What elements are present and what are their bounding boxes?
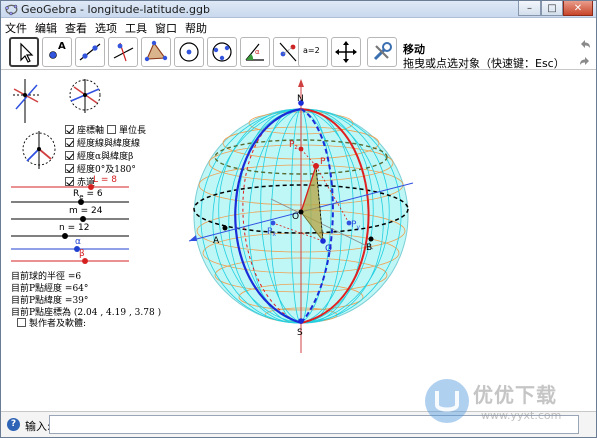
menu-help[interactable]: 帮助 <box>181 19 211 35</box>
circle-tool-icon <box>179 42 199 62</box>
perpendicular-tool-icon <box>113 42 134 62</box>
label-b: B <box>366 243 372 253</box>
slider-beta[interactable] <box>1 257 181 267</box>
watermark-logo-icon <box>425 379 469 423</box>
maximize-button[interactable]: □ <box>541 1 563 16</box>
polygon-tool-icon <box>144 40 168 62</box>
checkbox-row-gridlines: 經度線與緯度線 <box>65 136 141 149</box>
geogebra-logo-icon <box>5 4 18 16</box>
title-bar: GeoGebra - longitude-latitude.ggb – □ ✕ <box>1 1 596 18</box>
angle-tool-button[interactable]: α <box>240 37 270 67</box>
point-px[interactable] <box>270 220 276 226</box>
alpha-beta-checkbox-label: 經度α與緯度β <box>77 151 134 162</box>
unit-length-checkbox-label: 單位長 <box>119 125 147 136</box>
point-p[interactable] <box>313 163 319 169</box>
label-a: A <box>213 236 220 246</box>
menu-options[interactable]: 选项 <box>91 19 121 35</box>
author-checkbox[interactable] <box>17 317 26 327</box>
angle-tool-icon: α <box>245 43 264 61</box>
menu-edit[interactable]: 编辑 <box>31 19 61 35</box>
point-tool-button[interactable]: A <box>42 37 72 67</box>
watermark: 优优下载 www.yyxt.com <box>421 375 591 431</box>
perpendicular-tool-button[interactable] <box>108 37 138 67</box>
line-tool-icon <box>79 43 101 61</box>
algebra-panel: 座標軸 單位長 經度線與緯度線 經度α與緯度β 經度0°及180° 赤道 L =… <box>1 71 181 411</box>
checkbox-row-alpha-beta: 經度α與緯度β <box>65 149 134 162</box>
line-tool-button[interactable] <box>75 37 105 67</box>
svg-text:α: α <box>255 48 260 56</box>
x-axis-arrow-icon <box>189 235 197 241</box>
window-title: GeoGebra - longitude-latitude.ggb <box>21 3 210 16</box>
menu-view[interactable]: 查看 <box>61 19 91 35</box>
point-tool-icon: A <box>49 41 66 59</box>
watermark-url: www.yyxt.com <box>481 409 562 422</box>
z-axis-arrow-icon <box>298 79 304 87</box>
slider-m[interactable] <box>1 215 181 225</box>
point-s[interactable] <box>298 318 304 324</box>
point-q[interactable] <box>320 238 326 244</box>
graphics-view[interactable]: N S P O Q A B Px Py Pz <box>181 71 596 411</box>
checkbox-row-meridians: 經度0°及180° <box>65 162 136 175</box>
gridlines-checkbox[interactable] <box>65 137 74 147</box>
alpha-beta-checkbox[interactable] <box>65 150 74 160</box>
input-label: 输入: <box>25 420 51 433</box>
circle-three-points-tool-button[interactable] <box>207 37 237 67</box>
label-s: S <box>297 328 303 338</box>
sphere-canvas[interactable]: N S P O Q A B Px Py Pz <box>181 71 596 411</box>
menu-window[interactable]: 窗口 <box>151 19 181 35</box>
axes-checkbox[interactable] <box>65 124 74 134</box>
svg-text:a=2: a=2 <box>303 46 320 55</box>
slider-tool-icon: a=2 <box>303 46 320 55</box>
unit-length-checkbox[interactable] <box>107 124 117 134</box>
circle-three-points-tool-icon <box>212 42 232 62</box>
point-pz[interactable] <box>298 146 304 152</box>
point-b[interactable] <box>368 236 374 242</box>
label-o: O <box>292 212 299 222</box>
view-rotation-control-3[interactable] <box>22 131 56 169</box>
redo-icon[interactable] <box>578 54 592 68</box>
move-view-tool-icon <box>335 41 357 63</box>
menu-file[interactable]: 文件 <box>1 19 31 35</box>
menu-tools[interactable]: 工具 <box>121 19 151 35</box>
polygon-tool-button[interactable] <box>141 37 171 67</box>
app-window: GeoGebra - longitude-latitude.ggb – □ ✕ … <box>0 0 597 438</box>
view-rotation-control-1[interactable] <box>13 79 41 123</box>
slider-alpha[interactable] <box>1 245 181 255</box>
active-tool-help: 拖曳或点选对象（快速键：Esc） <box>403 57 565 70</box>
minimize-button[interactable]: – <box>518 1 541 16</box>
author-checkbox-label: 製作者及軟體: <box>29 318 87 329</box>
label-q: Q <box>325 244 332 254</box>
svg-text:A: A <box>58 41 66 52</box>
slider-tool-button[interactable]: a=2 <box>298 37 328 67</box>
meridians-checkbox[interactable] <box>65 163 74 173</box>
settings-tool-button[interactable] <box>367 37 397 67</box>
help-icon[interactable]: ? <box>7 418 20 431</box>
menu-bar: 文件 编辑 查看 选项 工具 窗口 帮助 <box>1 19 596 35</box>
author-row: 製作者及軟體: <box>17 316 87 329</box>
gridlines-checkbox-label: 經度線與緯度線 <box>77 138 141 149</box>
checkbox-row-axes: 座標軸 單位長 <box>65 123 147 136</box>
view-rotation-control-2[interactable] <box>69 79 101 113</box>
close-button[interactable]: ✕ <box>563 1 593 16</box>
move-tool-icon <box>20 42 34 63</box>
move-view-tool-button[interactable] <box>331 37 361 67</box>
settings-tool-icon <box>373 42 392 61</box>
axes-checkbox-label: 座標軸 <box>77 125 105 136</box>
watermark-name: 优优下载 <box>473 383 557 407</box>
undo-icon[interactable] <box>578 37 592 51</box>
label-n: N <box>297 94 304 104</box>
label-p: P <box>320 157 326 167</box>
point-a[interactable] <box>222 225 228 231</box>
circle-tool-button[interactable] <box>174 37 204 67</box>
move-tool-button[interactable] <box>9 37 39 67</box>
slider-n[interactable] <box>1 232 181 242</box>
point-o[interactable] <box>298 209 304 215</box>
meridians-checkbox-label: 經度0°及180° <box>77 164 136 175</box>
